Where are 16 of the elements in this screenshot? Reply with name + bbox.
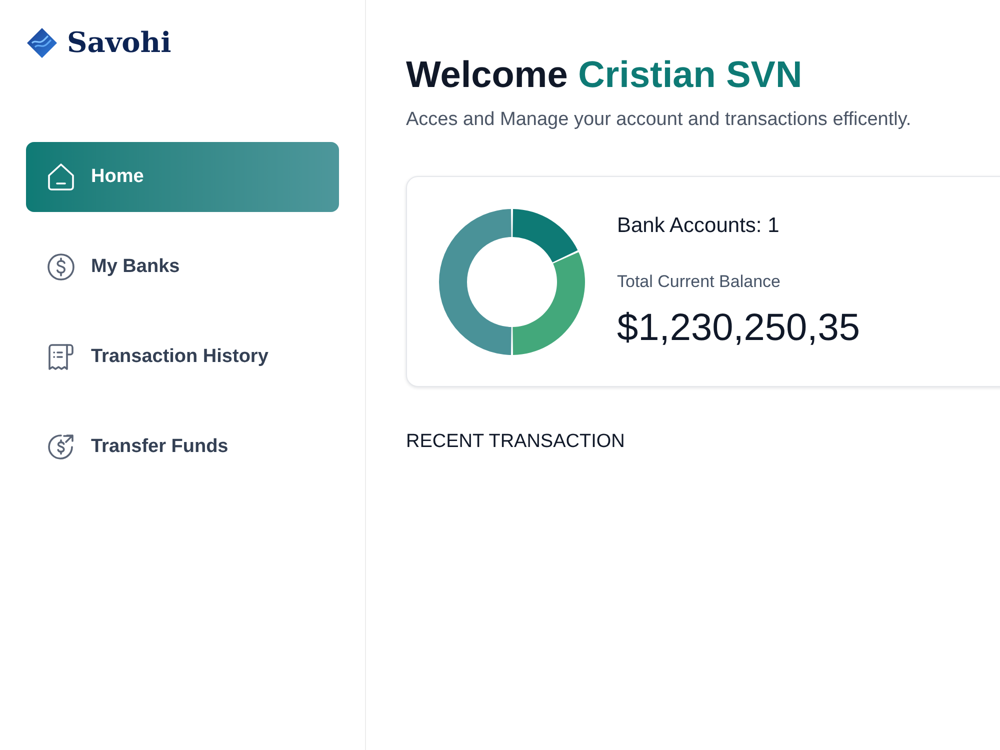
subtitle: Acces and Manage your account and transactions efficently.: [406, 108, 912, 132]
section-heading: RECENT TRANSACTION: [406, 430, 626, 454]
logo-text: Savohi: [67, 27, 172, 59]
nav-item[interactable]: Home: [26, 142, 339, 212]
nav-item[interactable]: Transfer Funds: [26, 412, 339, 482]
nav-item[interactable]: My Banks: [26, 232, 339, 302]
dollar-circle-icon: [47, 253, 75, 281]
bank-accounts-count: Bank Accounts: 1: [617, 212, 780, 238]
welcome-heading: Welcome Cristian SVN: [406, 53, 804, 97]
nav-item[interactable]: Transaction History: [26, 322, 339, 392]
dollar-send-icon: [47, 433, 75, 461]
receipt-icon: [47, 343, 75, 371]
balance-label: Total Current Balance: [617, 270, 782, 292]
balance-amount: $1,230,250,35: [617, 306, 860, 350]
logo-icon: [27, 28, 57, 58]
home-icon: [47, 163, 75, 191]
